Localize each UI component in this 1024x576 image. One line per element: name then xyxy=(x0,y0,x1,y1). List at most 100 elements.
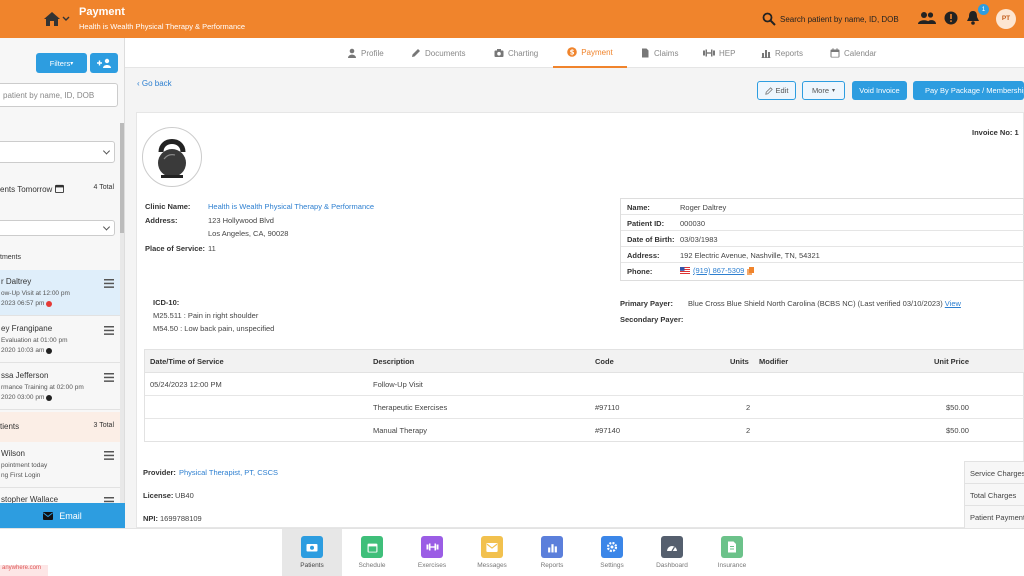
info-icon[interactable] xyxy=(944,11,958,25)
more-button[interactable]: More ▾ xyxy=(802,81,845,100)
reports-icon xyxy=(541,536,563,558)
pay-by-package-button[interactable]: Pay By Package / Membership xyxy=(913,81,1024,100)
tab-label: Claims xyxy=(654,48,679,58)
tab-claims[interactable]: Claims xyxy=(640,38,678,68)
nav-label: Patients xyxy=(300,562,324,569)
hamburger-menu-icon[interactable] xyxy=(104,279,114,288)
filters-button[interactable]: Filters ▾ xyxy=(36,53,87,73)
appointment-detail: ow-Up Visit at 12:00 pm xyxy=(1,290,70,297)
column-header: Date/Time of Service xyxy=(150,357,224,366)
icd-code: M25.511 : Pain in right shoulder xyxy=(153,311,259,320)
users-icon[interactable] xyxy=(918,11,936,25)
sidebar-search-input[interactable]: patient by name, ID, DOB xyxy=(0,83,118,107)
void-invoice-button[interactable]: Void Invoice xyxy=(852,81,907,100)
nav-label: Exercises xyxy=(417,562,447,569)
provider-link[interactable]: Physical Therapist, PT, CSCS xyxy=(179,468,278,477)
sidebar-sort-select[interactable] xyxy=(0,220,115,236)
clinic-subtitle: Health is Wealth Physical Therapy & Perf… xyxy=(79,22,246,31)
tab-documents[interactable]: Documents xyxy=(411,38,465,68)
last-seen-text: 2020 03:00 pm xyxy=(1,394,45,401)
tab-payment[interactable]: $ Payment xyxy=(553,38,627,68)
messages-icon xyxy=(481,536,503,558)
nav-patients[interactable]: Patients xyxy=(282,529,342,576)
gear-icon xyxy=(601,536,623,558)
field-label: Phone: xyxy=(627,267,653,276)
tab-reports[interactable]: Reports xyxy=(761,38,803,68)
list-item[interactable]: r Daltrey ow-Up Visit at 12:00 pm 2023 0… xyxy=(0,270,120,316)
hamburger-menu-icon[interactable] xyxy=(104,326,114,335)
last-seen: 2020 03:00 pm xyxy=(1,394,53,401)
total-charges-label: Total Charges xyxy=(965,484,1024,506)
tab-label: Documents xyxy=(425,48,466,58)
patient-payments-label: Patient Payments xyxy=(965,506,1024,528)
go-back-link[interactable]: ‹ Go back xyxy=(137,79,172,88)
dollar-icon: $ xyxy=(567,47,578,57)
npi-label: NPI: xyxy=(143,514,158,523)
phone-link[interactable]: (919) 867-5309 xyxy=(693,266,744,275)
edit-button[interactable]: Edit xyxy=(757,81,796,100)
column-header: Unit Price xyxy=(934,357,970,366)
section-patients[interactable]: tients 3 Total xyxy=(0,412,120,442)
tab-label: HEP xyxy=(719,48,736,58)
patient-name: ey Frangipane xyxy=(1,324,53,333)
list-item[interactable]: ssa Jefferson rmance Training at 02:00 p… xyxy=(0,364,120,410)
invoice-line-items-table: Date/Time of Service Description Code Un… xyxy=(144,349,1024,442)
pencil-icon xyxy=(764,86,773,95)
field-label: Patient ID: xyxy=(627,219,665,228)
home-menu[interactable] xyxy=(42,10,70,28)
alert-icon xyxy=(46,300,53,307)
add-patient-button[interactable] xyxy=(90,53,118,73)
service-units: 2 xyxy=(746,403,751,412)
table-row: Manual Therapy #97140 2 $50.00 xyxy=(145,419,1024,442)
notification-badge: 1 xyxy=(978,4,989,15)
copy-icon[interactable] xyxy=(747,266,755,275)
clinic-name-link[interactable]: Health is Wealth Physical Therapy & Perf… xyxy=(208,202,374,211)
list-item[interactable]: ey Frangipane Evaluation at 01:00 pm 202… xyxy=(0,317,120,363)
nav-label: Messages xyxy=(477,562,507,569)
section-appointments-tomorrow[interactable]: ents Tomorrow 4 Total xyxy=(0,184,120,194)
table-row: 05/24/2023 12:00 PM Follow-Up Visit xyxy=(145,373,1024,396)
dumbbell-icon xyxy=(703,49,715,57)
invoice-summary: Service Charges Total Charges Patient Pa… xyxy=(964,461,1024,528)
add-user-icon xyxy=(97,58,111,68)
nav-insurance[interactable]: Insurance xyxy=(702,529,762,576)
section-title: ents Tomorrow xyxy=(0,185,53,194)
go-back-label: Go back xyxy=(141,79,172,88)
hamburger-menu-icon[interactable] xyxy=(104,451,114,460)
sidebar-filter-select[interactable] xyxy=(0,141,115,163)
tab-charting[interactable]: Charting xyxy=(494,38,538,68)
global-search[interactable]: Search patient by name, ID, DOB xyxy=(762,11,912,27)
list-item[interactable]: Wilson pointment today ng First Login xyxy=(0,442,120,488)
kettlebell-logo xyxy=(142,127,202,187)
void-invoice-label: Void Invoice xyxy=(859,86,900,95)
patient-name: Wilson xyxy=(1,449,26,458)
icd-label: ICD-10: xyxy=(153,298,180,307)
tab-profile[interactable]: Profile xyxy=(347,38,384,68)
nav-settings[interactable]: Settings xyxy=(582,529,642,576)
last-seen-text: 2020 10:03 am xyxy=(1,347,45,354)
tab-hep[interactable]: HEP xyxy=(703,38,735,68)
patient-name-value: Roger Daltrey xyxy=(680,203,727,212)
patient-sidebar: Filters ▾ patient by name, ID, DOB ents … xyxy=(0,38,125,528)
service-description: Therapeutic Exercises xyxy=(373,403,448,412)
camera-icon xyxy=(494,49,504,57)
hamburger-menu-icon[interactable] xyxy=(104,373,114,382)
view-payer-link[interactable]: View xyxy=(945,299,961,308)
chevron-down-icon xyxy=(102,223,111,231)
nav-reports[interactable]: Reports xyxy=(522,529,582,576)
section-total: 4 Total xyxy=(93,184,115,191)
nav-dashboard[interactable]: Dashboard xyxy=(642,529,702,576)
license-value: UB40 xyxy=(175,491,194,500)
tab-calendar[interactable]: Calendar xyxy=(830,38,876,68)
email-button[interactable]: Email xyxy=(0,503,125,528)
patient-name: ssa Jefferson xyxy=(1,371,49,380)
icd-code: M54.50 : Low back pain, unspecified xyxy=(153,324,275,333)
nav-messages[interactable]: Messages xyxy=(462,529,522,576)
section-total: 3 Total xyxy=(93,422,115,429)
patient-detail: pointment today xyxy=(1,462,48,469)
license-label: License: xyxy=(143,491,174,500)
footer-link[interactable]: anywhere.com xyxy=(0,565,48,576)
user-avatar[interactable]: PT xyxy=(996,9,1016,29)
nav-schedule[interactable]: Schedule xyxy=(342,529,402,576)
nav-exercises[interactable]: Exercises xyxy=(402,529,462,576)
